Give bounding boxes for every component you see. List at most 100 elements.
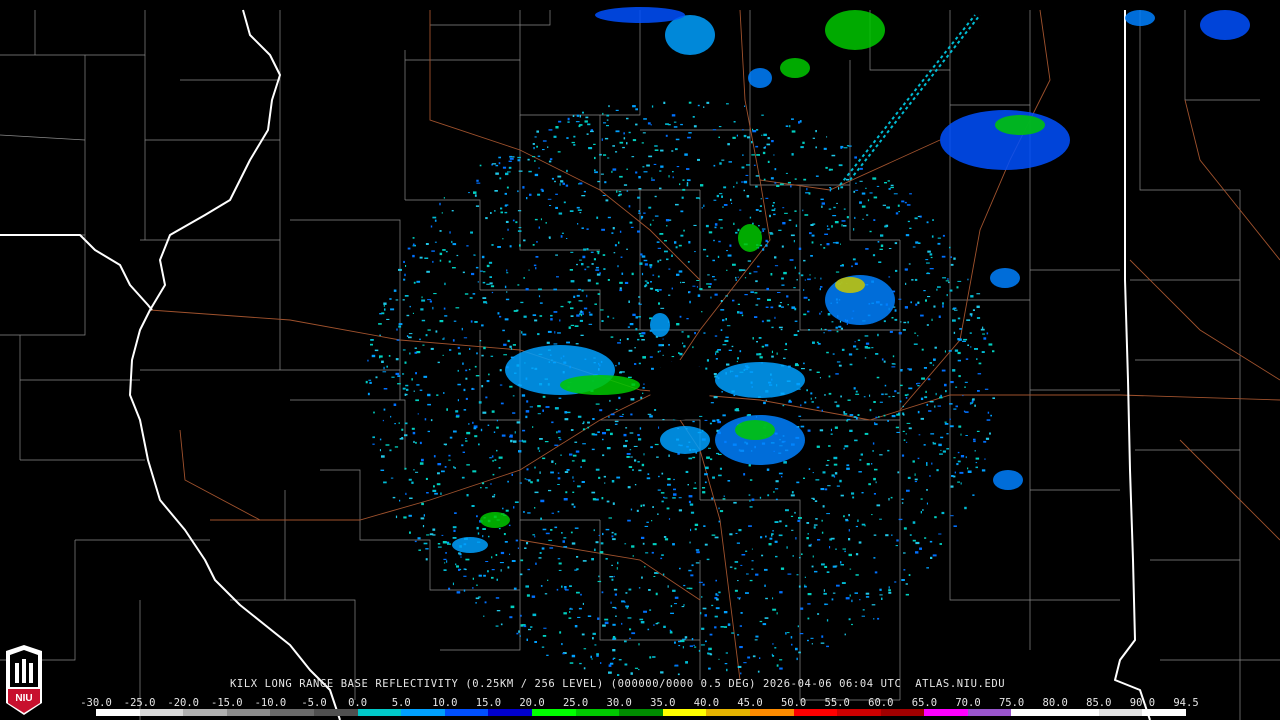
echo-speck: [597, 251, 600, 255]
echo-speck: [886, 206, 890, 209]
echo-speck: [705, 224, 709, 228]
echo-speck: [605, 199, 609, 202]
echo-speck: [907, 393, 909, 396]
echo-speck: [642, 166, 645, 168]
echo-speck: [714, 615, 718, 618]
echo-speck: [518, 450, 522, 453]
echo-speck: [570, 307, 574, 310]
echo-speck: [494, 459, 497, 461]
echo-speck: [814, 397, 817, 399]
echo-speck: [865, 187, 867, 189]
echo-speck: [922, 509, 924, 511]
echo-speck: [863, 396, 866, 398]
echo-speck: [453, 320, 457, 322]
echo-speck: [569, 662, 574, 664]
echo-speck: [940, 394, 942, 397]
echo-speck: [547, 330, 552, 333]
echo-speck: [585, 116, 589, 119]
echo-speck: [718, 507, 720, 510]
echo-speck: [689, 645, 693, 647]
echo-speck: [691, 638, 694, 641]
echo-speck: [650, 446, 653, 449]
echo-speck: [500, 211, 503, 214]
echo-speck: [876, 504, 881, 507]
echo-speck: [522, 429, 526, 432]
echo-speck: [640, 396, 643, 399]
echo-speck: [496, 610, 501, 612]
echo-speck: [910, 301, 912, 304]
echo-speck: [411, 427, 415, 430]
echo-speck: [901, 200, 905, 203]
echo-speck: [496, 449, 498, 452]
echo-speck: [643, 610, 647, 613]
echo-speck: [682, 342, 684, 345]
echo-speck: [405, 492, 407, 495]
echo-speck: [570, 315, 574, 317]
echo-speck: [772, 608, 777, 611]
echo-speck: [590, 655, 592, 659]
echo-cell: [738, 224, 762, 252]
echo-speck: [942, 234, 945, 237]
echo-speck: [478, 443, 480, 446]
echo-speck: [872, 442, 875, 445]
echo-speck: [559, 438, 562, 441]
echo-speck: [969, 313, 973, 316]
echo-speck: [960, 482, 962, 485]
echo-speck: [741, 166, 745, 169]
echo-speck: [390, 477, 394, 479]
echo-speck: [692, 116, 695, 118]
echo-speck: [888, 498, 890, 501]
echo-speck: [652, 506, 654, 508]
echo-speck: [795, 537, 797, 540]
echo-speck: [824, 488, 828, 491]
echo-speck: [786, 295, 789, 298]
echo-speck: [443, 337, 445, 340]
echo-speck: [550, 314, 553, 317]
echo-speck: [715, 351, 719, 353]
echo-speck: [439, 259, 442, 262]
echo-speck: [909, 227, 912, 229]
echo-speck: [772, 655, 775, 657]
echo-speck: [976, 293, 981, 295]
echo-speck: [512, 344, 516, 346]
echo-speck: [829, 546, 831, 549]
radar-map: [0, 0, 1280, 720]
echo-speck: [718, 520, 721, 523]
echo-speck: [744, 105, 746, 107]
echo-speck: [917, 335, 919, 337]
echo-speck: [476, 179, 479, 182]
echo-speck: [761, 228, 766, 230]
echo-speck: [691, 564, 694, 567]
echo-speck: [828, 208, 832, 210]
echo-speck: [880, 234, 884, 237]
echo-speck: [634, 667, 639, 669]
scale-swatch: [1098, 709, 1143, 716]
echo-speck: [413, 440, 415, 443]
echo-speck: [658, 344, 662, 347]
echo-speck: [855, 390, 858, 393]
echo-speck: [396, 339, 400, 341]
echo-speck: [656, 241, 660, 243]
echo-speck: [812, 137, 815, 139]
echo-speck: [874, 468, 878, 471]
echo-speck: [544, 441, 549, 443]
echo-speck: [583, 307, 588, 310]
echo-speck: [967, 467, 969, 470]
echo-speck: [557, 484, 560, 485]
echo-speck: [662, 419, 665, 421]
echo-speck: [464, 293, 469, 295]
echo-speck: [763, 133, 767, 136]
echo-speck: [704, 473, 708, 476]
echo-speck: [424, 418, 427, 421]
echo-speck: [745, 550, 748, 552]
echo-speck: [523, 315, 527, 318]
echo-speck: [900, 321, 902, 323]
echo-speck: [627, 519, 631, 522]
echo-speck: [504, 541, 508, 543]
echo-speck: [623, 137, 626, 140]
echo-speck: [419, 441, 422, 445]
echo-speck: [555, 254, 558, 256]
echo-speck: [588, 323, 593, 325]
echo-speck: [774, 540, 778, 543]
echo-speck: [600, 542, 604, 545]
